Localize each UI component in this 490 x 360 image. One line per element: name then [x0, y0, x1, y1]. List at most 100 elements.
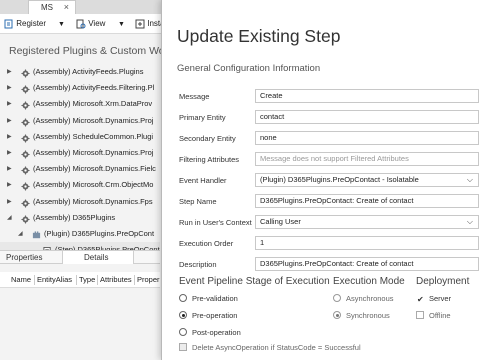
stage-heading: Event Pipeline Stage of Execution [179, 276, 330, 287]
offline-label: Offline [429, 311, 451, 320]
expand-arrow-icon[interactable]: ▶ [7, 177, 12, 193]
expand-arrow-icon[interactable]: ▶ [7, 161, 12, 177]
view-icon [76, 19, 86, 29]
tree-node-label: (Assembly) ActivityFeeds.Filtering.Pl [33, 83, 155, 93]
gear-icon [21, 198, 30, 208]
execution-order-field[interactable]: 1 [255, 236, 479, 250]
tree-node-label: (Assembly) Microsoft.Dynamics.Proj [33, 115, 154, 125]
execution-order-label: Execution Order [179, 239, 234, 248]
tree-node-label: (Assembly) Microsoft.Dynamics.Fps [33, 196, 153, 206]
tab-label: MS [41, 3, 53, 12]
stage-option-pre-validation[interactable]: Pre-validation [179, 294, 238, 304]
gear-icon [21, 181, 30, 191]
tab-ms[interactable]: MS × [28, 0, 76, 14]
tree-node[interactable]: ▶ (Assembly) Microsoft.Dynamics.Proj [0, 113, 160, 129]
gear-icon [21, 165, 30, 175]
tree-node[interactable]: ▶ (Assembly) Microsoft.Dynamics.Fielc [0, 161, 160, 177]
tree-node[interactable]: ▶ (Assembly) ScheduleCommon.Plugi [0, 129, 160, 145]
column-header-entityalias[interactable]: EntityAlias [37, 272, 72, 287]
column-separator[interactable] [76, 275, 77, 285]
dialog-subtitle: General Configuration Information [177, 63, 321, 74]
gear-icon [21, 149, 30, 159]
mode-option-synchronous[interactable]: Synchronous [333, 311, 390, 321]
filtering-attributes-label: Filtering Attributes [179, 155, 240, 164]
tree-node[interactable]: ▶ (Assembly) ActivityFeeds.Plugins [0, 64, 160, 80]
tree-node[interactable]: ◢ (Plugin) D365Plugins.PreOpCont [0, 226, 160, 242]
expand-arrow-icon[interactable]: ▶ [7, 129, 12, 145]
gear-icon [21, 68, 30, 78]
register-dropdown[interactable]: ▼ [58, 17, 65, 31]
dropdown-arrow-icon: ▼ [118, 21, 125, 28]
column-header-type[interactable]: Type [79, 272, 95, 287]
event-handler-label: Event Handler [179, 176, 227, 185]
event-handler-select[interactable]: (Plugin) D365Plugins.PreOpContact - Isol… [255, 173, 479, 187]
description-field[interactable]: D365Plugins.PreOpContact: Create of cont… [255, 257, 479, 271]
gear-icon [21, 100, 30, 110]
tab-properties[interactable]: Properties [4, 251, 56, 264]
expand-arrow-icon[interactable]: ▶ [7, 80, 12, 96]
radio-icon [333, 294, 341, 302]
tree-node-label: (Assembly) Microsoft.Dynamics.Fielc [33, 164, 156, 174]
collapse-arrow-icon[interactable]: ◢ [18, 226, 23, 242]
message-field[interactable]: Create [255, 89, 479, 103]
register-button[interactable]: Register [4, 17, 46, 31]
view-dropdown[interactable]: ▼ [118, 17, 125, 31]
tree-node[interactable]: ▶ (Assembly) Microsoft.Xrm.DataProv [0, 96, 160, 112]
tree-node-label: (Assembly) Microsoft.Crm.ObjectMo [33, 180, 154, 190]
delete-async-label: Delete AsyncOperation if StatusCode = Su… [192, 343, 361, 352]
expand-arrow-icon[interactable]: ▶ [7, 64, 12, 80]
stage-option-post-operation[interactable]: Post-operation [179, 328, 241, 338]
secondary-entity-field[interactable]: none [255, 131, 479, 145]
column-header-proper[interactable]: Proper [137, 272, 160, 287]
column-header-attributes[interactable]: Attributes [100, 272, 132, 287]
primary-entity-label: Primary Entity [179, 113, 226, 122]
tree-node[interactable]: ▶ (Assembly) Microsoft.Crm.ObjectMo [0, 177, 160, 193]
radio-selected-icon [179, 311, 187, 319]
chevron-down-icon: ⌵ [466, 175, 473, 184]
option-label: Synchronous [346, 311, 390, 320]
option-label: Pre-validation [192, 294, 238, 303]
tree-node[interactable]: ◢ (Assembly) D365Plugins [0, 210, 160, 226]
gear-icon [21, 133, 30, 143]
view-button[interactable]: View [76, 17, 105, 31]
expand-arrow-icon[interactable]: ▶ [7, 113, 12, 129]
primary-entity-field[interactable]: contact [255, 110, 479, 124]
stage-option-pre-operation[interactable]: Pre-operation [179, 311, 237, 321]
event-handler-value: (Plugin) D365Plugins.PreOpContact - Isol… [260, 175, 419, 184]
update-step-dialog: Update Existing Step General Configurati… [161, 0, 490, 360]
run-in-context-value: Calling User [260, 217, 301, 226]
gear-icon [21, 84, 30, 94]
column-separator[interactable] [34, 275, 35, 285]
deployment-server-checkbox[interactable]: ✔ Server [416, 294, 451, 304]
collapse-arrow-icon[interactable]: ◢ [7, 210, 12, 226]
tree-node[interactable]: ▶ (Assembly) Microsoft.Dynamics.Fps [0, 194, 160, 210]
lower-tab-strip: Properties Details [0, 250, 160, 264]
column-separator[interactable] [97, 275, 98, 285]
step-name-label: Step Name [179, 197, 217, 206]
install-icon [135, 19, 145, 29]
filtering-attributes-field[interactable]: Message does not support Filtered Attrib… [255, 152, 479, 166]
expand-arrow-icon[interactable]: ▶ [7, 145, 12, 161]
deployment-heading: Deployment [416, 276, 470, 287]
column-separator[interactable] [134, 275, 135, 285]
mode-option-asynchronous[interactable]: Asynchronous [333, 294, 394, 304]
column-header-name[interactable]: Name [11, 272, 31, 287]
dialog-title: Update Existing Step [177, 26, 341, 46]
expand-arrow-icon[interactable]: ▶ [7, 96, 12, 112]
close-tab-icon[interactable]: × [64, 1, 69, 14]
expand-arrow-icon[interactable]: ▶ [7, 194, 12, 210]
step-name-field[interactable]: D365Plugins.PreOpContact: Create of cont… [255, 194, 479, 208]
tree-node[interactable]: ▶ (Assembly) ActivityFeeds.Filtering.Pl [0, 80, 160, 96]
server-label: Server [429, 294, 452, 303]
dropdown-arrow-icon: ▼ [58, 21, 65, 28]
mode-heading: Execution Mode [333, 276, 405, 287]
registered-plugins-title: Registered Plugins & Custom Workf [9, 45, 177, 57]
deployment-offline-checkbox[interactable]: Offline [416, 311, 451, 321]
tree-node[interactable]: ▶ (Assembly) Microsoft.Dynamics.Proj [0, 145, 160, 161]
plugin-tree: ▶ (Assembly) ActivityFeeds.Plugins ▶ (Assem… [0, 64, 160, 259]
tree-node-label: (Assembly) Microsoft.Xrm.DataProv [33, 99, 153, 109]
run-in-context-select[interactable]: Calling User ⌵ [255, 215, 479, 229]
option-label: Pre-operation [192, 311, 238, 320]
delete-async-checkbox[interactable]: Delete AsyncOperation if StatusCode = Su… [179, 343, 361, 353]
tab-details[interactable]: Details [62, 251, 134, 264]
